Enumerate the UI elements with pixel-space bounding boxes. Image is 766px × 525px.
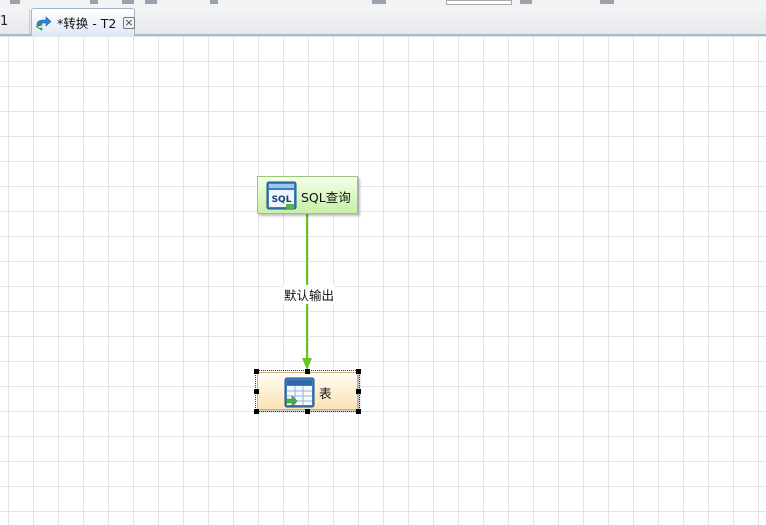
toolbar-button[interactable] — [145, 0, 157, 4]
tab-previous-label: 1 — [0, 14, 9, 29]
selection-handle[interactable] — [254, 369, 259, 374]
selection-handle[interactable] — [254, 409, 259, 414]
tab-transformation-t2[interactable]: *转换 - T2 × — [31, 8, 135, 36]
toolbar-button[interactable] — [372, 0, 386, 4]
selection-handle[interactable] — [254, 389, 259, 394]
editor-tab-bar: 1 *转换 - T2 × — [0, 6, 766, 36]
sql-icon-badge: SQL — [272, 195, 292, 205]
selection-handle[interactable] — [356, 389, 361, 394]
step-table-output[interactable]: 表 — [255, 370, 360, 412]
table-output-icon — [284, 377, 316, 409]
step-label: 表 — [319, 386, 332, 401]
tab-previous[interactable]: 1 — [0, 9, 30, 34]
transformation-icon — [35, 14, 53, 32]
toolbar-zoom-field[interactable] — [446, 0, 512, 5]
step-sql-query[interactable]: SQL SQL查询 — [257, 176, 358, 214]
hop-connector[interactable] — [0, 36, 766, 525]
sql-icon: SQL — [266, 180, 298, 212]
tab-label: *转换 - T2 — [57, 16, 117, 31]
toolbar-button[interactable] — [122, 0, 134, 4]
toolbar-button[interactable] — [10, 0, 20, 4]
close-icon[interactable]: × — [123, 16, 135, 29]
selection-handle[interactable] — [305, 409, 310, 414]
toolbar-button[interactable] — [600, 0, 614, 4]
selection-handle[interactable] — [356, 409, 361, 414]
toolbar-button[interactable] — [520, 0, 532, 4]
selection-handle[interactable] — [305, 369, 310, 374]
selection-handle[interactable] — [356, 369, 361, 374]
toolbar-button[interactable] — [90, 0, 98, 4]
step-label: SQL查询 — [301, 190, 351, 205]
transformation-canvas[interactable]: 默认输出 SQL SQL查询 表 — [0, 36, 766, 525]
hop-label: 默认输出 — [283, 285, 336, 304]
toolbar-button[interactable] — [210, 0, 218, 4]
